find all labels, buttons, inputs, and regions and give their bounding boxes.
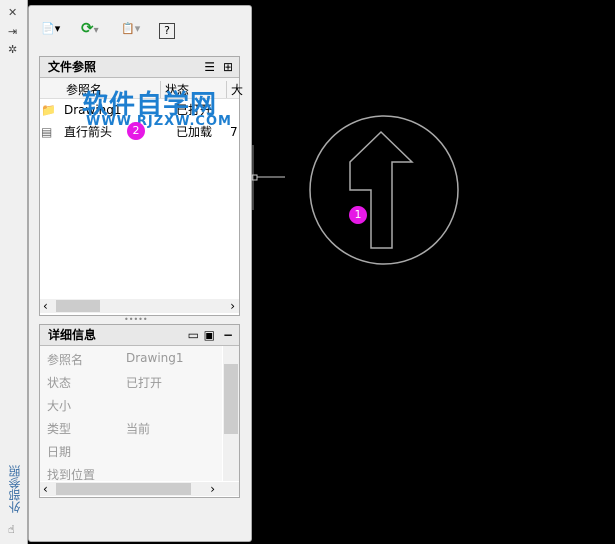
properties-icon[interactable]: ✲ — [8, 43, 17, 56]
field-label: 找到位置 — [47, 468, 96, 482]
field-label: 大小 — [47, 399, 72, 413]
field-value: 当前 — [126, 422, 151, 436]
collapse-icon[interactable]: − — [223, 325, 233, 345]
refresh-button[interactable]: ⟳▾ — [81, 19, 99, 39]
dwg-file-icon: ▤ — [41, 125, 53, 139]
circle-outline — [309, 115, 459, 265]
attach-dwg-button[interactable]: 📄▾ — [41, 22, 60, 42]
field-label: 日期 — [47, 445, 72, 459]
splitter-handle[interactable]: ••••• — [124, 315, 148, 324]
list-view-icon[interactable]: ☰ — [204, 57, 215, 77]
tree-view-icon[interactable]: ⊞ — [223, 57, 233, 77]
drawing-canvas[interactable] — [250, 0, 615, 544]
field-label: 参照名 — [47, 353, 84, 367]
details-list: 参照名 Drawing1 状态 已打开 大小 类型 当前 日期 找到位置 — [40, 346, 222, 482]
file-references-title: 文件参照 — [48, 60, 97, 74]
palette-title: 外部参照 — [8, 465, 22, 513]
col-size[interactable]: 大 — [226, 81, 243, 98]
field-label: 类型 — [47, 422, 72, 436]
field-label: 状态 — [47, 376, 72, 390]
arrow-outline — [349, 130, 414, 249]
change-path-button[interactable]: 📋▾ — [121, 22, 140, 42]
close-icon[interactable]: ✕ — [8, 6, 17, 19]
vertical-scrollbar[interactable] — [223, 346, 239, 481]
details-title: 详细信息 — [48, 328, 97, 342]
watermark-url: WWW.RJZXW.COM — [86, 114, 232, 129]
help-icon[interactable]: ? — [159, 23, 175, 39]
drawing-icon: 📁 — [41, 103, 56, 117]
callout-badge-2: 2 — [127, 122, 145, 140]
field-value: 已打开 — [126, 376, 163, 390]
details-horizontal-scrollbar[interactable]: ‹ › — [40, 482, 239, 496]
horizontal-scrollbar[interactable]: ‹ › — [40, 299, 239, 313]
autohide-icon[interactable]: ⇥ — [8, 25, 17, 38]
preview-icon[interactable]: ▣ — [204, 325, 215, 345]
details-section: 详细信息 ▭ ▣ − 参照名 Drawing1 状态 已打开 大小 类型 当前 日期 … — [39, 324, 240, 498]
details-view-icon[interactable]: ▭ — [188, 325, 199, 345]
callout-badge-1: 1 — [349, 206, 367, 224]
palette-hand-icon: ☝ — [8, 523, 15, 536]
palette-title-strip: ✕ ⇥ ✲ 外部参照 ☝ — [0, 0, 28, 544]
field-value: Drawing1 — [126, 351, 184, 365]
